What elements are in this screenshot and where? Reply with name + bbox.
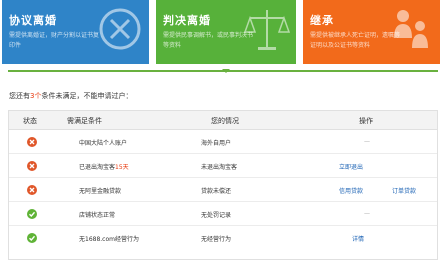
unmet-count: 3个 [30, 92, 42, 100]
details-link[interactable]: 详情 [352, 234, 364, 243]
header-situation: 您的情况 [211, 117, 239, 125]
order-loan-link[interactable]: 订单贷款 [392, 186, 416, 195]
notice-suffix: 条件未满足，不能申请过户： [41, 92, 133, 100]
table-row: 无1688.com经营行为 无经营行为 详情 [9, 226, 437, 250]
check-icon [27, 209, 37, 219]
condition-text: 已退出淘宝客15天 [79, 162, 129, 171]
situation-text: 无处罚记录 [201, 212, 232, 219]
tile-description: 需提供离婚证，财产分割以证书复印件 [9, 32, 100, 49]
table-row: 中国大陆个人账户 海外自用户 — [9, 130, 437, 154]
family-icon [394, 10, 428, 48]
condition-text: 店铺状态正常 [79, 212, 116, 219]
requirements-table: 状态 需满足条件 您的情况 操作 中国大陆个人账户 海外自用户 — 已退出淘宝客… [8, 110, 438, 260]
table-header: 状态 需满足条件 您的情况 操作 [9, 111, 437, 130]
header-condition: 需满足条件 [67, 117, 102, 125]
no-action: — [364, 138, 370, 145]
tile-title: 判决离婚 [163, 14, 211, 27]
close-circle-icon [99, 8, 141, 50]
credit-loan-link[interactable]: 信用贷款 [339, 186, 363, 195]
table-row: 无阿里金融贷款 贷款未偿还 信用贷款 订单贷款 [9, 178, 437, 202]
notice-prefix: 您还有 [9, 92, 30, 100]
fail-icon [27, 185, 37, 195]
tile-title: 协议离婚 [9, 14, 57, 27]
condition-text: 无1688.com经营行为 [79, 236, 139, 243]
header-actions: 操作 [359, 117, 373, 125]
requirements-notice: 您还有3个条件未满足，不能申请过户： [9, 91, 132, 101]
table-row: 已退出淘宝客15天 未退出淘宝客 立即退出 [9, 154, 437, 178]
condition-text: 中国大陆个人账户 [79, 140, 128, 147]
condition-prefix: 已退出淘宝客 [79, 164, 116, 171]
tile-judgment-divorce[interactable]: 判决离婚 需提供民事调解书，或民事判决书等资料 [156, 0, 296, 64]
situation-text: 未退出淘宝客 [201, 164, 238, 171]
no-action: — [364, 210, 370, 217]
check-icon [27, 233, 37, 243]
transfer-type-tiles: 协议离婚 需提供离婚证，财产分割以证书复印件 判决离婚 需提供民事调解书，或民事… [0, 0, 440, 64]
tile-agreement-divorce[interactable]: 协议离婚 需提供离婚证，财产分割以证书复印件 [2, 0, 149, 64]
situation-text: 贷款未偿还 [201, 188, 232, 195]
situation-text: 无经营行为 [201, 236, 232, 243]
tile-inheritance[interactable]: 继承 需提供被继承人死亡证明，遗嘱等证明以及公证书等资料 [303, 0, 440, 64]
fail-icon [27, 137, 37, 147]
table-row: 店铺状态正常 无处罚记录 — [9, 202, 437, 226]
tile-title: 继承 [310, 14, 334, 27]
situation-text: 海外自用户 [201, 140, 232, 147]
condition-highlight: 15天 [115, 164, 129, 171]
fail-icon [27, 161, 37, 171]
active-tile-pointer [222, 69, 230, 73]
exit-now-link[interactable]: 立即退出 [339, 162, 363, 171]
condition-text: 无阿里金融贷款 [79, 188, 122, 195]
balance-scale-icon [243, 10, 291, 50]
header-status: 状态 [23, 117, 37, 125]
